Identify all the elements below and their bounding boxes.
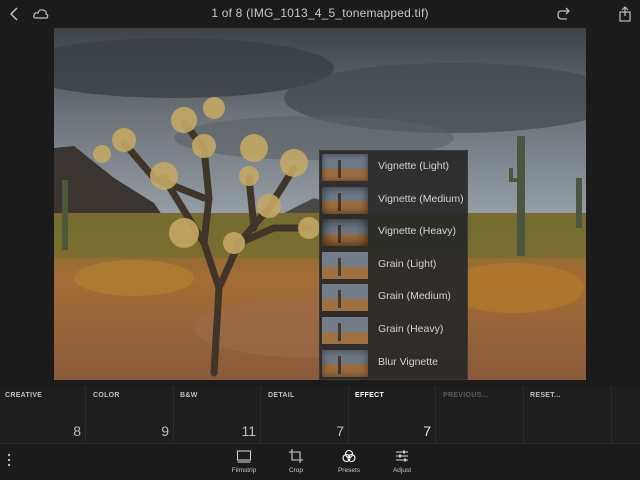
top-bar: 1 of 8 (IMG_1013_4_5_tonemapped.tif) xyxy=(0,0,640,28)
preset-item-vignette-medium[interactable]: Vignette (Medium) xyxy=(320,184,467,217)
preset-thumbnail xyxy=(322,251,368,279)
crop-icon xyxy=(272,448,320,464)
category-count: 7 xyxy=(423,423,431,439)
preset-label: Blur Vignette xyxy=(378,355,438,368)
category-name: RESET... xyxy=(530,392,561,399)
share-icon[interactable] xyxy=(616,5,634,23)
preset-thumbnail xyxy=(322,219,368,247)
preset-label: Grain (Light) xyxy=(378,257,437,270)
filmstrip-button[interactable]: Filmstrip xyxy=(220,448,268,478)
adjust-button[interactable]: Adjust xyxy=(378,448,426,478)
preset-label: Vignette (Medium) xyxy=(378,192,464,205)
filmstrip-icon xyxy=(220,448,268,464)
category-detail[interactable]: DETAIL 7 xyxy=(263,386,349,443)
preset-label: Vignette (Light) xyxy=(378,160,450,172)
preset-thumbnail xyxy=(322,284,368,312)
preset-item-grain-medium[interactable]: Grain (Medium) xyxy=(320,281,467,314)
crop-label: Crop xyxy=(288,467,304,474)
category-creative[interactable]: CREATIVE 8 xyxy=(0,386,86,443)
sliders-icon xyxy=(378,448,426,464)
preset-category-strip: CREATIVE 8 COLOR 9 B&W 11 DETAIL 7 EFFEC… xyxy=(0,386,640,443)
adjust-label: Adjust xyxy=(392,467,412,474)
category-reset[interactable]: RESET... xyxy=(525,386,612,443)
category-count: 9 xyxy=(161,423,169,439)
preset-label: Grain (Heavy) xyxy=(378,322,444,335)
preset-label: Vignette (Heavy) xyxy=(378,225,457,238)
category-count: 8 xyxy=(73,423,81,439)
preset-item-blur-vignette[interactable]: Blur Vignette xyxy=(320,347,467,380)
category-bw[interactable]: B&W 11 xyxy=(175,386,261,443)
redo-icon[interactable] xyxy=(555,5,573,23)
preset-thumbnail xyxy=(322,349,368,377)
category-name: EFFECT xyxy=(355,392,385,399)
category-name: CREATIVE xyxy=(5,392,43,399)
more-options-icon[interactable] xyxy=(4,450,14,470)
presets-icon xyxy=(325,448,373,464)
bottom-toolbar: Filmstrip Crop Presets Adjust xyxy=(0,443,640,480)
category-name: B&W xyxy=(180,392,198,399)
filmstrip-label: Filmstrip xyxy=(231,467,257,474)
page-title: 1 of 8 (IMG_1013_4_5_tonemapped.tif) xyxy=(211,6,429,20)
preset-item-grain-light[interactable]: Grain (Light) xyxy=(320,249,467,282)
category-count: 11 xyxy=(241,423,256,439)
preset-thumbnail xyxy=(322,186,368,214)
presets-label: Presets xyxy=(337,467,361,474)
category-name: PREVIOUS... xyxy=(443,392,489,399)
category-previous[interactable]: PREVIOUS... xyxy=(438,386,524,443)
category-color[interactable]: COLOR 9 xyxy=(88,386,174,443)
preset-item-grain-heavy[interactable]: Grain (Heavy) xyxy=(320,314,467,347)
preset-list: Vignette (Light) Vignette (Medium) Vigne… xyxy=(319,150,468,380)
preset-item-vignette-light[interactable]: Vignette (Light) xyxy=(320,151,467,184)
category-name: DETAIL xyxy=(268,392,295,399)
preset-thumbnail xyxy=(322,154,368,181)
category-count: 7 xyxy=(336,423,344,439)
category-effect[interactable]: EFFECT 7 xyxy=(350,386,436,443)
category-name: COLOR xyxy=(93,392,120,399)
preset-thumbnail xyxy=(322,316,368,344)
preset-label: Grain (Medium) xyxy=(378,290,451,303)
preset-item-vignette-heavy[interactable]: Vignette (Heavy) xyxy=(320,216,467,249)
presets-button[interactable]: Presets xyxy=(325,448,373,478)
crop-button[interactable]: Crop xyxy=(272,448,320,478)
